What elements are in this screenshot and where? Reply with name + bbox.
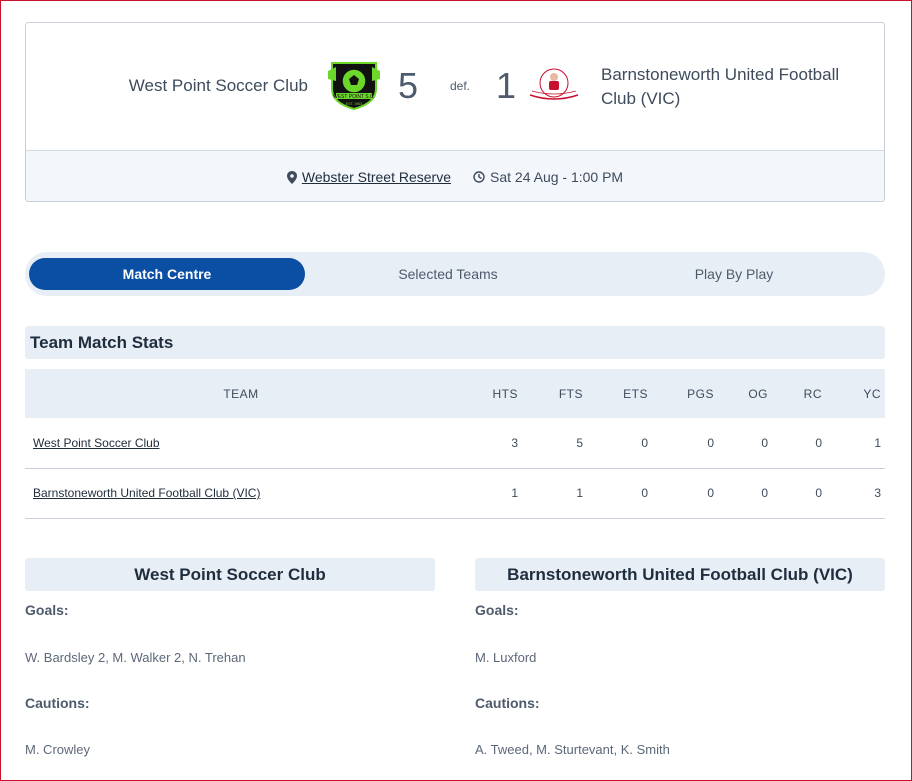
stat-cell: 1 <box>522 468 587 519</box>
home-logo-wordmark: WEST POINT S.C. <box>333 94 375 100</box>
stat-cell: 0 <box>772 468 826 519</box>
home-logo-est: EST. 1963 <box>346 102 362 106</box>
table-row: West Point Soccer Club 3 5 0 0 0 0 1 <box>25 418 885 469</box>
stat-cell: 1 <box>457 468 522 519</box>
cautions-label: Cautions: <box>25 695 90 711</box>
clock-icon <box>473 171 485 183</box>
home-team-logo: WEST POINT S.C. EST. 1963 <box>328 62 380 111</box>
team-link-home[interactable]: West Point Soccer Club <box>33 436 160 450</box>
cautioned-players: A. Tweed, M. Sturtevant, K. Smith <box>475 742 670 757</box>
map-pin-icon <box>286 170 297 184</box>
stat-cell: 0 <box>652 418 718 469</box>
stat-cell: 0 <box>718 418 772 469</box>
team-match-stats-table: TEAM HTS FTS ETS PGS OG RC YC West Point… <box>25 369 885 519</box>
stat-cell: 5 <box>522 418 587 469</box>
col-yc: YC <box>826 369 885 418</box>
stat-cell: 0 <box>718 468 772 519</box>
stat-cell: 3 <box>457 418 522 469</box>
table-row: Barnstoneworth United Football Club (VIC… <box>25 468 885 519</box>
score-header: West Point Soccer Club WEST POINT S.C. E… <box>26 23 884 150</box>
summary-team-heading: Barnstoneworth United Football Club (VIC… <box>475 558 885 591</box>
away-team-logo <box>529 68 579 100</box>
away-team-name[interactable]: Barnstoneworth United Football Club (VIC… <box>601 63 871 111</box>
stat-cell: 1 <box>826 418 885 469</box>
col-fts: FTS <box>522 369 587 418</box>
tab-selected-teams[interactable]: Selected Teams <box>305 258 591 290</box>
goals-label: Goals: <box>25 602 69 618</box>
col-hts: HTS <box>457 369 522 418</box>
stat-cell: 0 <box>587 468 652 519</box>
goal-scorers: M. Luxford <box>475 650 537 665</box>
tab-match-centre[interactable]: Match Centre <box>29 258 305 290</box>
match-tabs: Match Centre Selected Teams Play By Play <box>25 252 885 296</box>
away-team-summary: Barnstoneworth United Football Club (VIC… <box>475 558 885 757</box>
goal-scorers: W. Bardsley 2, M. Walker 2, N. Trehan <box>25 650 246 665</box>
cautioned-players: M. Crowley <box>25 742 91 757</box>
col-og: OG <box>718 369 772 418</box>
away-score: 1 <box>496 65 517 106</box>
goals-label: Goals: <box>475 602 519 618</box>
col-ets: ETS <box>587 369 652 418</box>
col-rc: RC <box>772 369 826 418</box>
match-meta: Webster Street Reserve Sat 24 Aug - 1:00… <box>26 150 884 201</box>
venue-link[interactable]: Webster Street Reserve <box>302 169 451 185</box>
home-team-summary: West Point Soccer Club Goals: W. Bardsle… <box>25 558 435 757</box>
stats-team-cell: Barnstoneworth United Football Club (VIC… <box>25 468 457 519</box>
team-match-stats-title: Team Match Stats <box>25 326 885 359</box>
match-score-card: West Point Soccer Club WEST POINT S.C. E… <box>25 22 885 202</box>
stats-header-row: TEAM HTS FTS ETS PGS OG RC YC <box>25 369 885 418</box>
cautions-label: Cautions: <box>475 695 540 711</box>
stat-cell: 0 <box>652 468 718 519</box>
team-link-away[interactable]: Barnstoneworth United Football Club (VIC… <box>33 486 260 500</box>
summary-team-heading: West Point Soccer Club <box>25 558 435 591</box>
match-time: Sat 24 Aug - 1:00 PM <box>473 169 623 185</box>
stat-cell: 3 <box>826 468 885 519</box>
home-team-name[interactable]: West Point Soccer Club <box>129 76 308 96</box>
stat-cell: 0 <box>772 418 826 469</box>
home-score: 5 <box>398 65 419 106</box>
col-team: TEAM <box>25 369 457 418</box>
venue: Webster Street Reserve <box>286 169 451 185</box>
stats-team-cell: West Point Soccer Club <box>25 418 457 469</box>
result-word: def. <box>450 79 471 93</box>
match-datetime: Sat 24 Aug - 1:00 PM <box>490 169 624 185</box>
tab-play-by-play[interactable]: Play By Play <box>591 258 877 290</box>
stat-cell: 0 <box>587 418 652 469</box>
col-pgs: PGS <box>652 369 718 418</box>
